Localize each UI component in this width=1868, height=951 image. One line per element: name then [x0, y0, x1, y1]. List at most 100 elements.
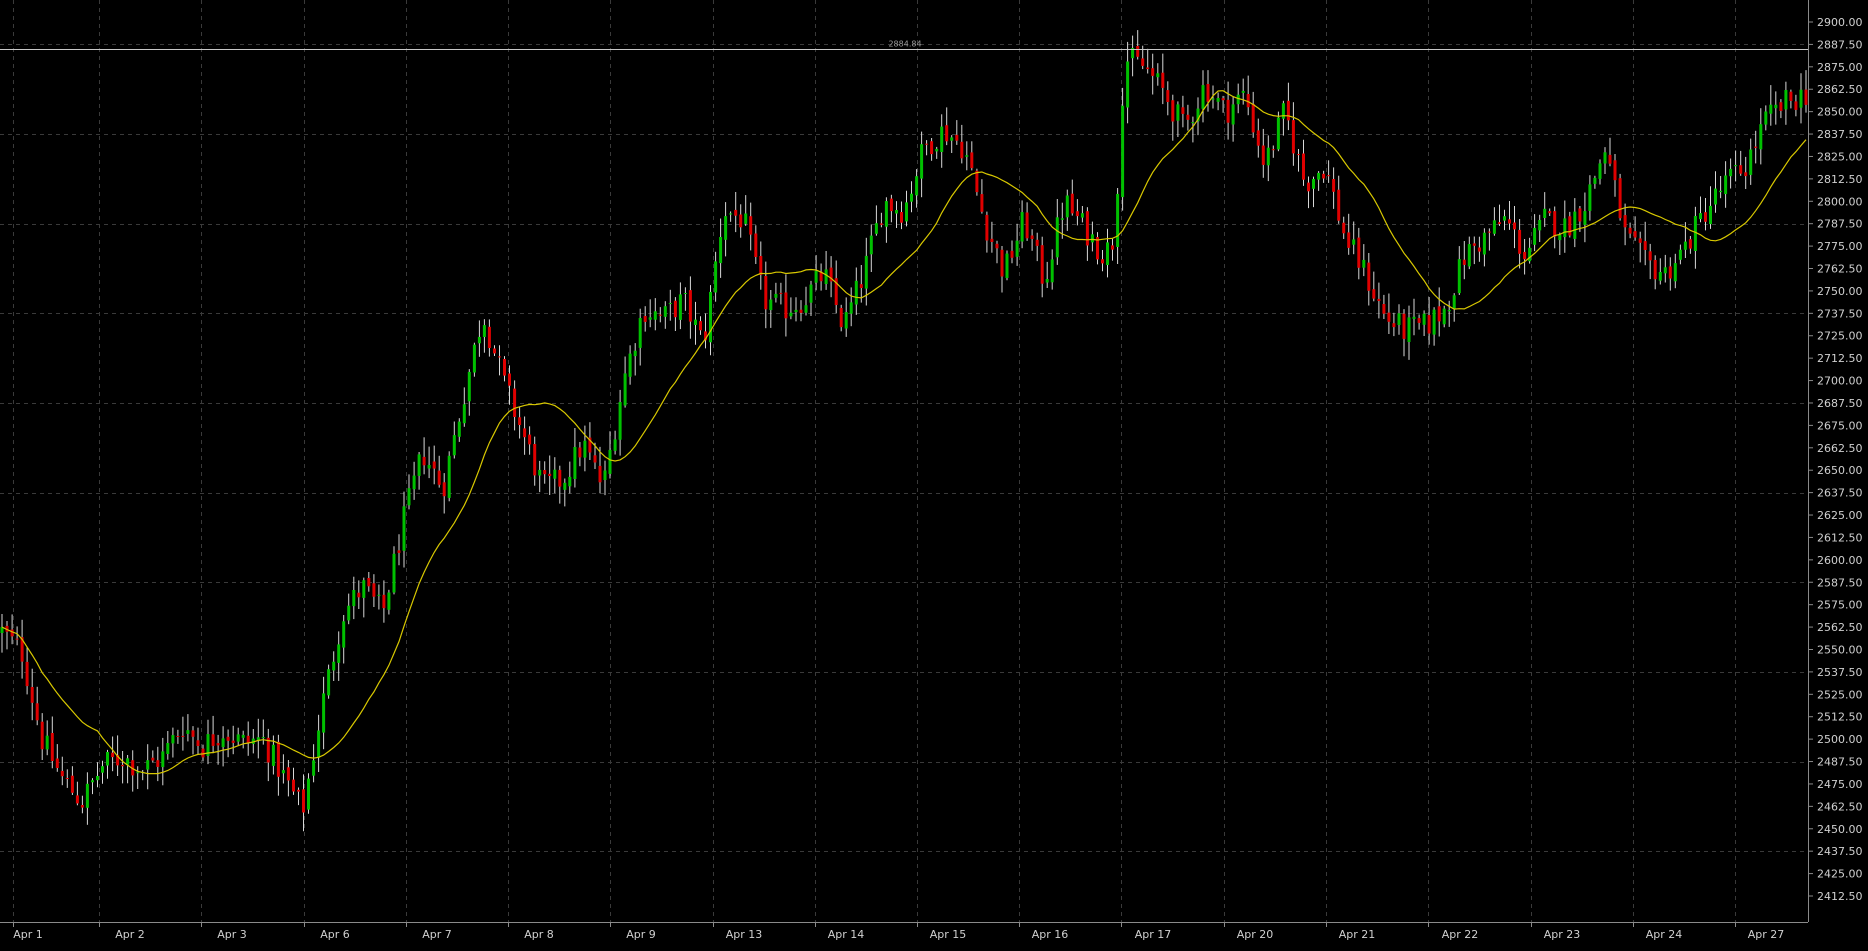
candle-bear	[523, 428, 527, 438]
candle-bull	[538, 469, 542, 476]
candle-bear	[1251, 103, 1255, 133]
candle-bear	[1462, 259, 1466, 265]
candle-bear	[1704, 212, 1707, 222]
candle-bear	[508, 373, 511, 386]
candle-bull	[965, 155, 969, 157]
y-tick-label: 2575.00	[1817, 599, 1863, 612]
candle-bear	[372, 583, 376, 597]
candle-bear	[1030, 235, 1034, 239]
candle-bear	[1392, 323, 1396, 328]
x-tick-label: Apr 14	[828, 928, 865, 941]
candle-bear	[1508, 219, 1511, 224]
candle-bull	[709, 291, 712, 343]
candle-bull	[789, 312, 793, 317]
candle-bear	[1417, 318, 1421, 323]
candle-bull	[1503, 216, 1506, 221]
candle-bear	[1789, 91, 1793, 101]
candle-bull	[668, 303, 672, 304]
x-tick-label: Apr 20	[1237, 928, 1274, 941]
candle-bear	[442, 482, 446, 497]
candle-bull	[1774, 104, 1778, 109]
candle-bear	[1472, 243, 1476, 246]
candle-bull	[573, 447, 577, 479]
candle-bull	[623, 373, 627, 406]
candle-bull	[1573, 211, 1577, 239]
candle-bull	[1724, 175, 1728, 195]
candle-bull	[613, 439, 617, 451]
candle-bear	[995, 243, 999, 249]
candle-bull	[1211, 98, 1215, 100]
candle-bear	[15, 638, 19, 640]
candle-bull	[1060, 218, 1064, 220]
y-tick-label: 2837.50	[1817, 128, 1863, 141]
candle-bear	[176, 736, 180, 737]
candle-bear	[543, 470, 547, 475]
candle-bear	[65, 778, 69, 779]
candle-bear	[1382, 304, 1386, 314]
candle-bear	[493, 348, 496, 354]
candle-bull	[1050, 259, 1054, 283]
candle-bear	[1794, 101, 1798, 110]
candle-bear	[1804, 89, 1808, 105]
candle-bear	[688, 290, 692, 322]
candle-bull	[603, 470, 607, 480]
candle-bull	[1231, 104, 1235, 125]
candle-bull	[854, 280, 858, 305]
candle-bear	[1327, 175, 1331, 177]
candle-bull	[256, 737, 260, 740]
candle-bull	[1603, 152, 1607, 164]
candle-bull	[392, 553, 396, 593]
x-tick-label: Apr 16	[1032, 928, 1069, 941]
candles	[0, 30, 1808, 832]
candle-bear	[1256, 130, 1260, 146]
candle-bull	[1005, 253, 1009, 278]
candle-bear	[1025, 212, 1029, 239]
y-tick-label: 2662.50	[1817, 442, 1863, 455]
candle-bull	[1719, 190, 1723, 193]
candle-bull	[1457, 259, 1461, 294]
candle-bull	[1678, 249, 1682, 260]
candle-bear	[598, 465, 602, 483]
y-tick-label: 2625.00	[1817, 509, 1863, 522]
candle-bear	[1337, 189, 1341, 221]
candle-bear	[487, 326, 491, 348]
x-tick-label: Apr 9	[626, 928, 656, 941]
candle-bull	[864, 255, 868, 289]
candle-bull	[628, 353, 632, 377]
candle-bull	[714, 261, 718, 293]
candle-bull	[1533, 227, 1537, 245]
moving-average-line	[1, 90, 1807, 775]
axes	[0, 0, 1809, 923]
candle-bull	[312, 760, 316, 776]
candle-bull	[307, 778, 310, 810]
candle-bear	[799, 309, 803, 313]
candle-bull	[905, 202, 908, 222]
candle-bear	[779, 292, 783, 294]
x-tick-label: Apr 3	[217, 928, 247, 941]
candle-bull	[136, 772, 140, 774]
candle-bull	[1583, 211, 1587, 225]
candle-bull	[327, 669, 331, 696]
candle-bull	[457, 421, 461, 437]
candle-bull	[1663, 267, 1667, 274]
candle-bull	[638, 318, 642, 348]
candle-bear	[286, 767, 290, 781]
candle-bull	[844, 312, 848, 329]
y-tick-label: 2737.50	[1817, 307, 1863, 320]
candle-bear	[367, 578, 371, 587]
candle-bull	[910, 193, 913, 202]
candle-bear	[1513, 222, 1516, 230]
x-tick-label: Apr 1	[13, 928, 43, 941]
candle-bear	[980, 194, 984, 212]
candle-bull	[332, 661, 336, 671]
candle-bear	[1171, 100, 1175, 122]
y-tick-label: 2812.50	[1817, 173, 1863, 186]
candle-bull	[653, 311, 657, 320]
candle-bear	[1633, 231, 1637, 238]
candle-bull	[1362, 259, 1366, 268]
candle-bull	[322, 693, 326, 733]
candlestick-chart-svg: 2884.84 2900.00 2887.50 2875.00 2862.50 2850…	[0, 0, 1863, 941]
y-tick-label: 2825.00	[1817, 150, 1863, 163]
candle-bear	[201, 748, 205, 758]
candle-bear	[1638, 238, 1642, 243]
